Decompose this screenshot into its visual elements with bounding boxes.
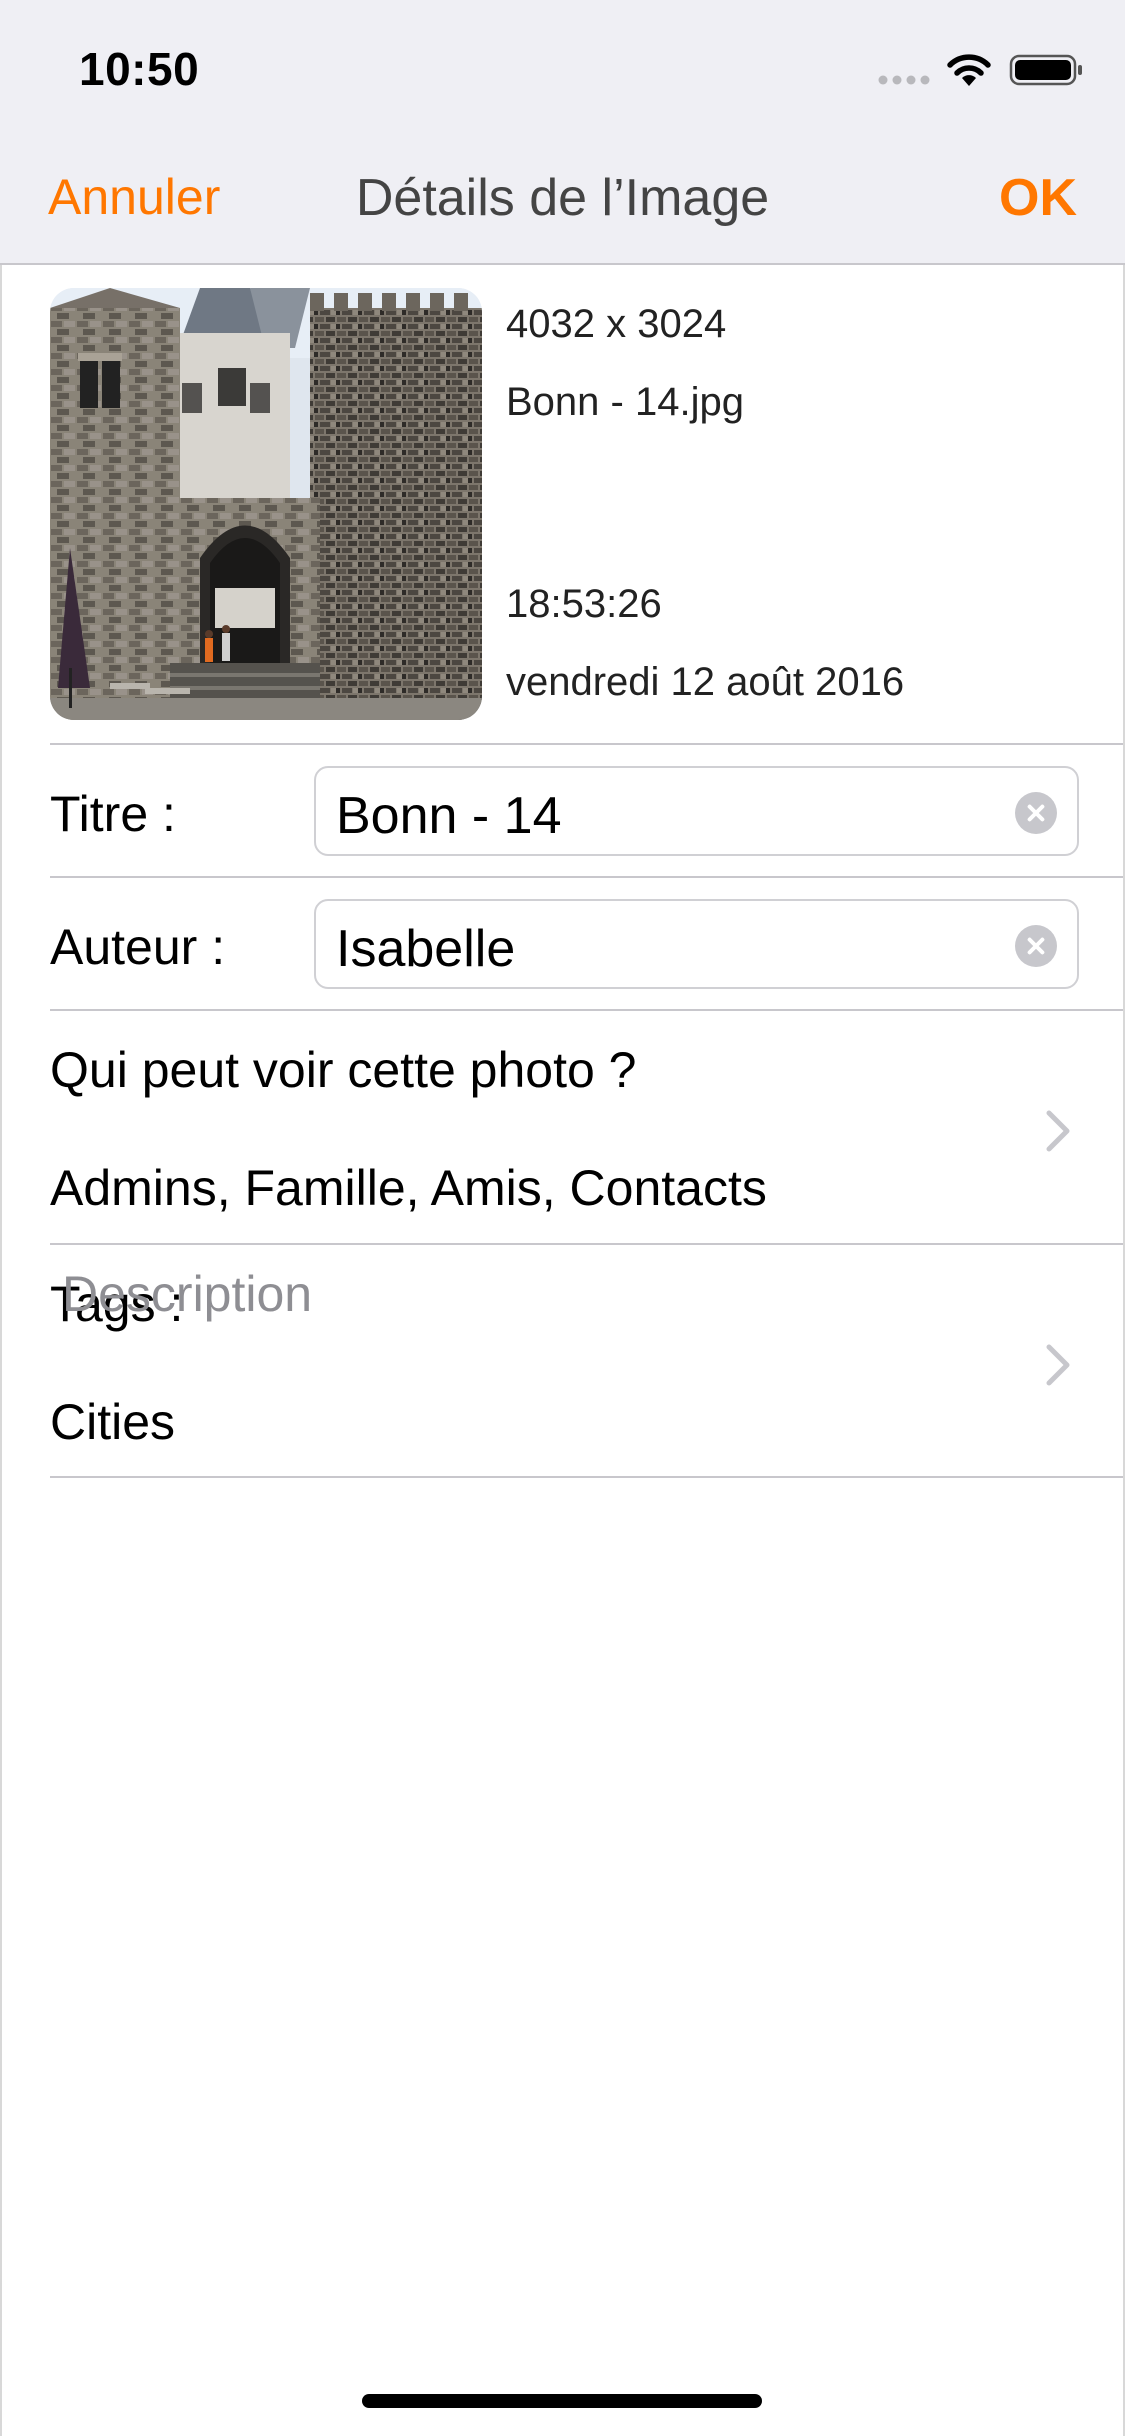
image-filename: Bonn - 14.jpg xyxy=(506,380,744,424)
cellular-signal-icon xyxy=(878,75,930,85)
author-field-value: Isabelle xyxy=(336,920,516,978)
privacy-row[interactable]: Qui peut voir cette photo ? Admins, Fami… xyxy=(2,1011,1123,1245)
ok-button[interactable]: OK xyxy=(999,168,1077,228)
title-field[interactable]: Bonn - 14 xyxy=(314,766,1079,856)
privacy-label: Qui peut voir cette photo ? xyxy=(50,1042,637,1098)
image-details-form: 4032 x 3024 Bonn - 14.jpg 18:53:26 vendr… xyxy=(0,265,1125,2436)
image-info-row: 4032 x 3024 Bonn - 14.jpg 18:53:26 vendr… xyxy=(2,265,1123,743)
image-date: vendredi 12 août 2016 xyxy=(506,660,905,704)
image-time: 18:53:26 xyxy=(506,582,662,626)
chevron-right-icon xyxy=(1046,1344,1070,1386)
image-dimensions: 4032 x 3024 xyxy=(506,302,727,346)
clear-title-icon[interactable] xyxy=(1015,792,1057,834)
title-field-value: Bonn - 14 xyxy=(336,787,562,845)
navigation-bar: Détails de l’Image Annuler OK xyxy=(0,132,1125,265)
author-field[interactable]: Isabelle xyxy=(314,899,1079,989)
description-textarea[interactable] xyxy=(2,1478,1123,2378)
clear-author-icon[interactable] xyxy=(1015,925,1057,967)
description-placeholder: Description xyxy=(62,1266,313,1322)
status-bar: 10:50 xyxy=(0,0,1125,132)
title-row: Titre : Bonn - 14 xyxy=(2,745,1123,876)
home-indicator xyxy=(362,2394,762,2408)
chevron-right-icon xyxy=(1046,1110,1070,1152)
battery-icon xyxy=(1009,54,1082,86)
title-label: Titre : xyxy=(50,786,176,842)
cancel-button[interactable]: Annuler xyxy=(48,168,220,226)
image-thumbnail xyxy=(50,288,482,720)
status-time: 10:50 xyxy=(79,43,200,95)
tags-value: Cities xyxy=(50,1394,176,1450)
author-row: Auteur : Isabelle xyxy=(2,878,1123,1009)
author-label: Auteur : xyxy=(50,919,226,975)
privacy-value: Admins, Famille, Amis, Contacts xyxy=(50,1160,767,1216)
wifi-icon xyxy=(947,54,991,86)
